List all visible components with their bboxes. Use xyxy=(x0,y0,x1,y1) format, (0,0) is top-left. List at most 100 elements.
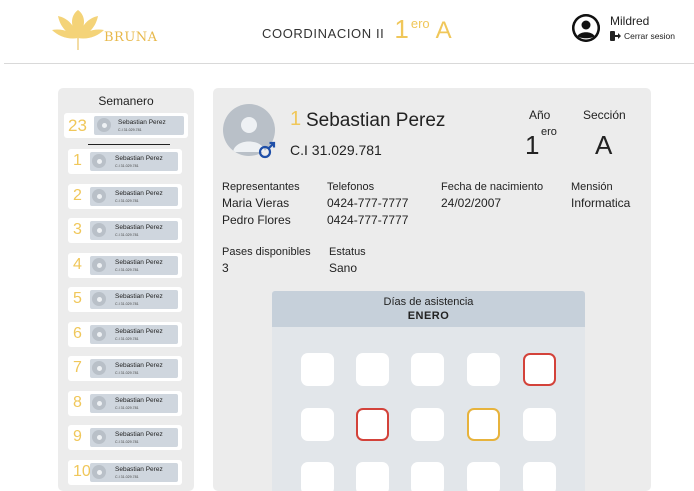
student-list-item[interactable]: 2 Sebastian Perez C.I 31.029.781 xyxy=(68,183,182,209)
phones-label: Telefonos xyxy=(327,181,375,193)
attendance-day[interactable] xyxy=(356,353,389,386)
attendance-day-yellow[interactable] xyxy=(467,408,500,441)
student-name: Sebastian Perez xyxy=(115,362,163,369)
passes-value: 3 xyxy=(222,261,229,275)
birthdate-label: Fecha de nacimiento xyxy=(441,181,544,193)
student-name: Sebastian Perez xyxy=(115,155,163,162)
student-name: Sebastian Perez xyxy=(118,119,166,126)
attendance-day[interactable] xyxy=(411,353,444,386)
student-list-item[interactable]: 7 Sebastian Perez C.I 31.029.781 xyxy=(68,356,182,381)
avatar-icon xyxy=(97,118,111,132)
student-name: Sebastian Perez xyxy=(115,224,163,231)
student-mini-card: Sebastian Perez C.I 31.029.781 xyxy=(90,359,178,378)
attendance-day[interactable] xyxy=(411,462,444,491)
student-name: Sebastian Perez xyxy=(306,110,446,131)
student-name: Sebastian Perez xyxy=(115,189,163,197)
student-list-item[interactable]: 5 Sebastian Perez C.I 31.029.781 xyxy=(68,287,182,312)
student-list-item[interactable]: 8 Sebastian Perez C.I 31.029.781 xyxy=(68,390,182,416)
student-list-item[interactable]: 10 Sebastian Perez C.I 31.029.781 xyxy=(68,459,182,485)
student-number: 6 xyxy=(73,324,82,342)
student-mini-card: Sebastian Perez C.I 31.029.781 xyxy=(90,428,178,447)
student-ci: C.I 31.029.781 xyxy=(118,128,142,132)
student-mini-card: Sebastian Perez C.I 31.029.781 xyxy=(94,116,184,135)
student-name: Sebastian Perez xyxy=(115,258,163,266)
sidebar-title: Semanero xyxy=(98,94,154,108)
grade-suffix: ero xyxy=(410,16,430,31)
avatar-icon xyxy=(92,257,106,272)
avatar-icon xyxy=(92,292,106,306)
section-value: A xyxy=(595,130,613,160)
phone-1: 0424-777-7777 xyxy=(327,196,409,210)
weekly-student-card[interactable]: 23 Sebastian Perez C.I 31.029.781 xyxy=(64,113,188,138)
student-list-item[interactable]: 4 Sebastian Perez C.I 31.029.781 xyxy=(68,252,182,278)
attendance-day[interactable] xyxy=(301,462,334,491)
student-ci: C.I 31.029.781 xyxy=(115,405,139,410)
student-list-item[interactable]: 3 Sebastian Perez C.I 31.029.781 xyxy=(68,218,182,243)
attendance-month[interactable]: ENERO xyxy=(272,310,585,322)
student-list-item[interactable]: 6 Sebastian Perez C.I 31.029.781 xyxy=(68,321,182,347)
student-list-item[interactable]: 9 Sebastian Perez C.I 31.029.781 xyxy=(68,425,182,450)
attendance-day[interactable] xyxy=(467,462,500,491)
student-ci: C.I 31.029.781 xyxy=(290,142,382,158)
student-detail-panel: 1 Sebastian Perez C.I 31.029.781 Año 1 e… xyxy=(213,88,651,491)
attendance-title: Días de asistencia xyxy=(383,296,474,308)
attendance-day[interactable] xyxy=(356,462,389,491)
bruna-logo[interactable]: BRUNA xyxy=(48,8,158,52)
student-name: Sebastian Perez xyxy=(115,396,163,404)
attendance-day[interactable] xyxy=(301,353,334,386)
student-name: Sebastian Perez xyxy=(115,327,163,335)
weekly-sidebar: Semanero 23 Sebastian Perez C.I 31.029.7… xyxy=(58,88,194,491)
student-ci: C.I 31.029.781 xyxy=(115,267,139,272)
student-mini-card: Sebastian Perez C.I 31.029.781 xyxy=(90,324,178,344)
status-value: Sano xyxy=(329,261,358,275)
student-number: 1 xyxy=(73,152,82,169)
attendance-calendar: Días de asistencia ENERO xyxy=(272,291,585,491)
student-mini-card: Sebastian Perez C.I 31.029.781 xyxy=(90,221,178,240)
logout-label: Cerrar sesion xyxy=(624,31,676,41)
student-mini-card: Sebastian Perez C.I 31.029.781 xyxy=(90,462,178,482)
student-ci: C.I 31.029.781 xyxy=(115,474,139,479)
logout-button[interactable]: Cerrar sesion xyxy=(610,31,675,41)
year-label: Año xyxy=(529,108,551,122)
student-mini-card: Sebastian Perez C.I 31.029.781 xyxy=(90,152,178,171)
student-name: Sebastian Perez xyxy=(115,465,163,473)
avatar-icon xyxy=(92,361,106,375)
passes-label: Pases disponibles xyxy=(222,246,311,258)
student-name: Sebastian Perez xyxy=(115,293,163,300)
section-label: Sección xyxy=(583,108,626,122)
attendance-day-red[interactable] xyxy=(523,353,556,386)
student-mini-card: Sebastian Perez C.I 31.029.781 xyxy=(90,393,178,413)
avatar-icon xyxy=(92,395,106,410)
student-number: 3 xyxy=(73,221,82,238)
attendance-day[interactable] xyxy=(523,408,556,441)
attendance-day-red[interactable] xyxy=(356,408,389,441)
phone-2: 0424-777-7777 xyxy=(327,213,409,227)
student-number: 8 xyxy=(73,393,82,411)
weekly-student-number: 23 xyxy=(68,116,87,135)
representative-2: Pedro Flores xyxy=(222,213,291,227)
student-number: 1 xyxy=(290,108,302,130)
user-menu[interactable]: Mildred Cerrar sesion xyxy=(572,14,690,48)
student-mini-card: Sebastian Perez C.I 31.029.781 xyxy=(90,290,178,309)
attendance-day[interactable] xyxy=(523,462,556,491)
attendance-day[interactable] xyxy=(411,408,444,441)
student-ci: C.I 31.029.781 xyxy=(115,198,139,203)
student-mini-card: Sebastian Perez C.I 31.029.781 xyxy=(90,255,178,275)
student-number: 9 xyxy=(73,428,82,445)
student-list-item[interactable]: 1 Sebastian Perez C.I 31.029.781 xyxy=(68,149,182,174)
student-name: Sebastian Perez xyxy=(115,431,163,438)
male-gender-icon xyxy=(258,141,276,159)
student-number: 7 xyxy=(73,359,82,376)
birthdate-value: 24/02/2007 xyxy=(441,196,502,210)
user-avatar-icon[interactable] xyxy=(572,14,600,42)
attendance-day[interactable] xyxy=(467,353,500,386)
student-number: 5 xyxy=(73,290,82,307)
sidebar-divider xyxy=(88,144,170,145)
avatar-icon xyxy=(92,430,106,444)
student-number: 10 xyxy=(73,462,91,480)
header-divider xyxy=(4,63,694,64)
coordination-label: COORDINACION II xyxy=(262,26,385,41)
student-ci: C.I 31.029.781 xyxy=(115,302,139,306)
attendance-day[interactable] xyxy=(301,408,334,441)
avatar-icon xyxy=(92,188,106,203)
